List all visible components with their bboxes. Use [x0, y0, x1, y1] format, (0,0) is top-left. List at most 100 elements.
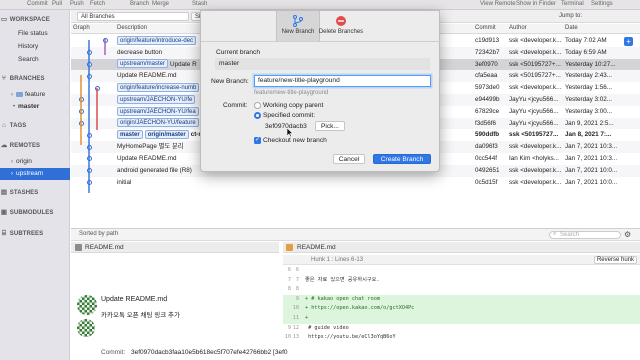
branch-toolbar-button[interactable]: Branch [130, 1, 149, 7]
new-line-number: 13 [292, 334, 299, 341]
sort-select[interactable]: Sorted by path [79, 231, 118, 237]
file-icon [75, 244, 82, 251]
sidebar-item-feature[interactable]: › feature [0, 89, 70, 101]
old-line-number: 8 [287, 286, 291, 293]
sidebar-section-label: BRANCHES [9, 76, 45, 82]
sidebar-section-label: REMOTES [9, 143, 41, 149]
subtree-icon: ⌸ [2, 230, 6, 237]
submodule-icon: ▣ [0, 209, 8, 216]
old-line-number: 7 [287, 276, 291, 283]
commit-message: decrease button [117, 48, 163, 56]
pick-commit-button[interactable]: Pick... [315, 121, 345, 131]
commit-author: ssk <developer.k... [509, 48, 562, 56]
specified-commit-radio[interactable] [254, 112, 261, 119]
diff-context-line: 9 12 # guide video [283, 324, 640, 334]
details-toolbar: Sorted by path Search ⌕ ⚙ [71, 229, 640, 241]
column-graph[interactable]: Graph [73, 25, 90, 31]
branch-name-hint: feature/new-title-playground [254, 90, 329, 96]
sidebar-section-tags[interactable]: ⌂ TAGS [0, 120, 70, 132]
sidebar-section-remotes[interactable]: ☁ REMOTES [0, 140, 70, 152]
commit-hash: f3d56f6 [475, 119, 497, 127]
branch-tag: origin/JAECHON-YU/feature [117, 118, 199, 128]
diff-text: + [305, 315, 309, 321]
commit-hash: c19d913 [475, 37, 500, 44]
commit-author: JayYu <jcyu566... [509, 96, 559, 103]
sidebar-section-label: WORKSPACE [9, 17, 50, 23]
terminal-toolbar-button[interactable]: Terminal [561, 1, 584, 7]
commit-hash-label: Commit: [101, 349, 126, 356]
author-avatar [77, 295, 97, 315]
stash-icon: ▤ [0, 189, 8, 196]
commit-hash: da096f3 [475, 143, 498, 151]
commit-title: Update README.md [101, 296, 168, 303]
current-branch-value: master [215, 58, 430, 70]
sidebar-section-label: STASHES [9, 190, 39, 196]
divider [201, 41, 441, 42]
sidebar-item-file-status[interactable]: File status [0, 28, 70, 40]
new-line-number: 10 [292, 305, 299, 312]
sidebar-item-history[interactable]: History [0, 41, 70, 53]
commit-toolbar-button[interactable]: Commit [27, 1, 48, 7]
commit-hash: e94499b [475, 96, 500, 103]
branch-tag: upstream/JAECHON-YU/fe [117, 94, 196, 104]
column-author[interactable]: Author [509, 25, 527, 31]
branch-tag: origin/master [144, 130, 189, 140]
commit-hash: 0cc544f [475, 155, 498, 162]
create-branch-button[interactable]: Create Branch [373, 154, 431, 164]
column-date[interactable]: Date [565, 25, 578, 31]
tab-delete-branches[interactable]: Delete Branches [316, 11, 366, 41]
fetch-toolbar-button[interactable]: Fetch [90, 1, 105, 7]
tab-new-branch[interactable]: New Branch [276, 11, 320, 41]
checkout-label: Checkout new branch [263, 137, 327, 144]
view-remote-toolbar-button[interactable]: View Remote [480, 1, 516, 7]
add-remote-icon[interactable]: + [624, 37, 633, 46]
sidebar-section-stashes[interactable]: ▤ STASHES [0, 187, 70, 199]
sidebar-section-submodules[interactable]: ▣ SUBMODULES [0, 207, 70, 219]
sidebar-section-branches[interactable]: ⑂ BRANCHES [0, 73, 70, 85]
column-commit[interactable]: Commit [475, 25, 496, 31]
working-copy-radio[interactable] [254, 102, 261, 109]
sidebar-item-origin[interactable]: › origin [0, 156, 70, 168]
toolbar: Commit Pull Push Fetch Branch Merge Stas… [0, 0, 640, 10]
column-description[interactable]: Description [117, 25, 147, 31]
sidebar-section-label: TAGS [9, 123, 27, 129]
commit-message: android generated file (R8) [117, 166, 192, 174]
gear-icon[interactable]: ⚙ [624, 230, 631, 239]
commit-date: Yesterday 10:27... [565, 60, 616, 68]
commit-message: initial [117, 178, 132, 186]
file-list-item[interactable]: README.md [71, 242, 279, 253]
settings-toolbar-button[interactable]: Settings [591, 1, 613, 7]
details-panel: Sorted by path Search ⌕ ⚙ README.md READ… [71, 228, 640, 360]
diff-added-line: 11 + [283, 314, 640, 324]
push-toolbar-button[interactable]: Push [70, 1, 84, 7]
stash-toolbar-button[interactable]: Stash [192, 1, 207, 7]
sidebar-section-subtrees[interactable]: ⌸ SUBTREES [0, 228, 70, 240]
merge-toolbar-button[interactable]: Merge [152, 1, 169, 7]
cancel-button[interactable]: Cancel [333, 154, 365, 164]
working-copy-label: Working copy parent [263, 102, 324, 109]
chevron-right-icon: › [10, 170, 14, 177]
commit-hash: 0492651 [475, 166, 500, 174]
hunk-header: Hunk 1 : Lines 6-13 Reverse hunk [283, 255, 640, 265]
pull-toolbar-button[interactable]: Pull [52, 1, 62, 7]
commit-hash: cfa5eaa [475, 72, 498, 80]
search-input[interactable]: Search [549, 231, 621, 239]
sidebar-item-search[interactable]: Search [0, 54, 70, 66]
commit-date: Jan 8, 2021 7:... [565, 131, 612, 139]
show-in-finder-toolbar-button[interactable]: Show in Finder [516, 1, 556, 7]
checkout-checkbox[interactable]: ✓ [254, 137, 261, 144]
commit-date: Today 7:02 AM [565, 37, 607, 44]
branch-icon [293, 15, 303, 27]
diff-context-line: 7 7 좋은 자료 있으면 공유하시구요. [283, 276, 640, 286]
sidebar: ▭ WORKSPACE File status History Search ⑂… [0, 10, 70, 360]
chevron-right-icon: › [10, 91, 14, 98]
sidebar-section-workspace[interactable]: ▭ WORKSPACE [0, 14, 70, 26]
sidebar-item-master[interactable]: • master [0, 101, 70, 113]
sidebar-item-upstream[interactable]: › upstream [0, 168, 70, 180]
create-branch-dialog: New Branch Delete Branches Current branc… [200, 10, 441, 172]
new-branch-input[interactable]: feature/new-title-playground [254, 75, 431, 87]
new-line-number: 12 [292, 324, 299, 331]
table-row[interactable]: initial 0c5d15f ssk <developer.k... Jan 7, … [71, 177, 640, 189]
reverse-hunk-button[interactable]: Reverse hunk [593, 256, 637, 264]
branch-filter-select[interactable]: All Branches [77, 12, 189, 21]
